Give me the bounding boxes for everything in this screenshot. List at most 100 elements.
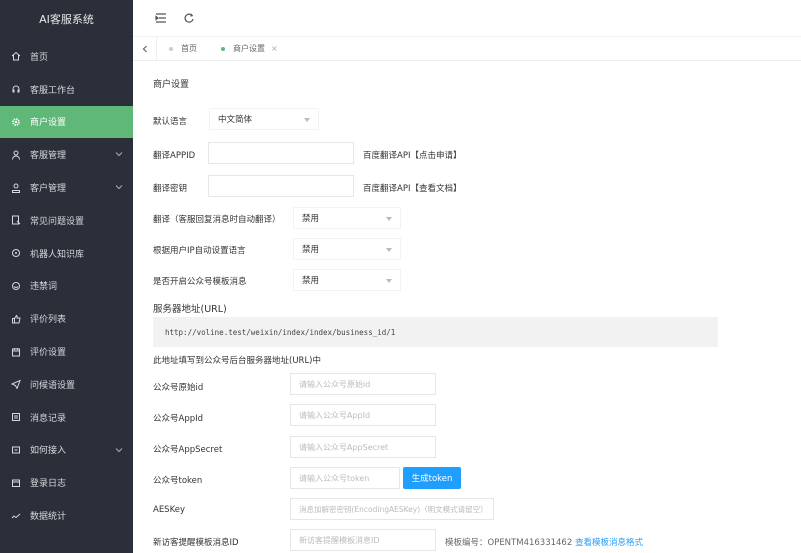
- menu-collapse-icon[interactable]: [155, 12, 167, 24]
- template-msg-label: 是否开启公众号模板消息: [153, 277, 247, 287]
- sidebar-item-7[interactable]: 违禁词: [0, 270, 133, 303]
- sidebar-item-1[interactable]: 客服工作台: [0, 73, 133, 106]
- default-lang-select[interactable]: 中文简体: [209, 108, 319, 130]
- translate-key-hint-link[interactable]: 百度翻译API【查看文档】: [363, 182, 461, 194]
- token-input[interactable]: 请输入公众号token: [290, 467, 400, 489]
- tab-dot-active: [221, 46, 225, 51]
- ip-lang-select[interactable]: 禁用: [293, 238, 401, 260]
- sidebar-item-label: 客服管理: [30, 151, 67, 162]
- chevron-down-icon: [115, 446, 123, 454]
- sidebar-item-13[interactable]: 登录日志: [0, 466, 133, 499]
- sidebar-item-11[interactable]: 消息记录: [0, 401, 133, 434]
- sidebar-item-label: 消息记录: [30, 413, 67, 424]
- app-logo-title: AI客服系统: [39, 13, 94, 26]
- translate-appid-label: 翻译APPID: [153, 151, 196, 161]
- sidebar-item-5[interactable]: 常见问题设置: [0, 204, 133, 237]
- sidebar-item-label: 客户管理: [30, 184, 67, 195]
- home-icon: [10, 50, 22, 62]
- aeskey-input[interactable]: 消息加解密密钥(EncodingAESKey)（明文模式请留空）: [290, 498, 494, 520]
- chevron-left-icon: [142, 45, 147, 52]
- sidebar-item-8[interactable]: 评价列表: [0, 302, 133, 335]
- forbidden-icon: [10, 280, 22, 292]
- server-url-note: 此地址填写到公众号后台服务器地址(URL)中: [153, 356, 321, 366]
- sidebar-nav: 首页客服工作台商户设置客服管理客户管理常见问题设置 机器人知识库 违禁词评价列表评价…: [0, 40, 133, 532]
- sidebar-item-label: 常见问题设置: [30, 216, 85, 227]
- tab-dot: [169, 46, 173, 51]
- user-icon: [10, 149, 22, 161]
- tab-close-icon[interactable]: ×: [271, 44, 278, 53]
- reminder-template-label: 新访客提醒模板消息ID: [153, 538, 239, 548]
- caret-down-icon: [386, 217, 392, 221]
- sidebar-item-label: 问候语设置: [30, 380, 76, 391]
- sidebar-item-label: 商户设置: [30, 118, 67, 129]
- translate-key-label: 翻译密钥: [153, 184, 188, 194]
- log-icon: [10, 477, 22, 489]
- server-url-label: 服务器地址(URL): [153, 304, 227, 315]
- generate-token-button[interactable]: 生成token: [403, 467, 461, 489]
- translate-appid-hint-link[interactable]: 百度翻译API【点击申请】: [363, 149, 461, 161]
- ip-lang-value: 禁用: [302, 245, 320, 255]
- aeskey-label: AESKey: [153, 505, 185, 515]
- calendar-icon: [10, 346, 22, 358]
- send-icon: [10, 378, 22, 390]
- translate-key-input[interactable]: [208, 175, 354, 197]
- template-format-link[interactable]: 查看模板消息格式: [575, 538, 643, 548]
- chevron-down-icon: [115, 150, 123, 158]
- sidebar-item-0[interactable]: 首页: [0, 40, 133, 73]
- thumb-icon: [10, 313, 22, 325]
- refresh-icon[interactable]: [183, 12, 195, 24]
- sidebar-item-label: 登录日志: [30, 479, 67, 490]
- sidebar-item-label: 违禁词: [30, 282, 58, 293]
- ip-lang-label: 根据用户IP自动设置语言: [153, 246, 246, 256]
- template-number-text: 模板编号：OPENTM416331462 查看模板消息格式: [445, 536, 643, 548]
- template-number-label: 模板编号：OPENTM416331462: [445, 538, 573, 548]
- tab-home[interactable]: 首页: [157, 37, 209, 61]
- sidebar-item-4[interactable]: 客户管理: [0, 171, 133, 204]
- appid-label: 公众号AppId: [153, 414, 204, 424]
- plug-icon: [10, 444, 22, 456]
- tabs-bar: 首页 商户设置 ×: [133, 36, 801, 61]
- tabs-back-button[interactable]: [133, 36, 157, 61]
- sidebar-item-label: 客服工作台: [30, 85, 76, 96]
- auto-translate-value: 禁用: [302, 214, 320, 224]
- original-id-input[interactable]: 请输入公众号原始id: [290, 373, 436, 395]
- customer-icon: [10, 182, 22, 194]
- gear-icon: [10, 116, 22, 128]
- top-toolbar: [133, 0, 801, 37]
- caret-down-icon: [304, 118, 310, 122]
- default-lang-label: 默认语言: [153, 117, 188, 127]
- sidebar-item-10[interactable]: 问候语设置: [0, 368, 133, 401]
- tab-merchant-settings[interactable]: 商户设置 ×: [209, 37, 290, 61]
- sidebar-item-2[interactable]: 商户设置: [0, 105, 133, 139]
- robot-icon: [10, 247, 22, 259]
- sidebar-item-label: 评价列表: [30, 315, 67, 326]
- default-lang-value: 中文简体: [218, 115, 253, 125]
- faq-icon: [10, 214, 22, 226]
- headset-icon: [10, 83, 22, 95]
- template-msg-value: 禁用: [302, 276, 320, 286]
- sidebar-item-9[interactable]: 评价设置: [0, 335, 133, 368]
- sidebar-item-label: 评价设置: [30, 348, 67, 359]
- sidebar-item-3[interactable]: 客服管理: [0, 138, 133, 171]
- sidebar-item-6[interactable]: 机器人知识库: [0, 237, 133, 270]
- translate-appid-input[interactable]: [208, 142, 354, 164]
- appid-input[interactable]: 请输入公众号AppId: [290, 404, 436, 426]
- stats-icon: [10, 510, 22, 522]
- token-label: 公众号token: [153, 476, 203, 486]
- auto-translate-select[interactable]: 禁用: [293, 207, 401, 229]
- reminder-template-input[interactable]: 新访客提醒模板消息ID: [290, 529, 436, 551]
- auto-translate-label: 翻译（客服回复消息时自动翻译）: [153, 215, 281, 225]
- appsecret-input[interactable]: 请输入公众号AppSecret: [290, 436, 436, 458]
- tab-label: 商户设置: [233, 44, 265, 53]
- sidebar-item-12[interactable]: 如何接入: [0, 434, 133, 467]
- sidebar-item-14[interactable]: 数据统计: [0, 499, 133, 532]
- sidebar: AI客服系统 首页客服工作台商户设置客服管理客户管理常见问题设置 机器人知识库 违禁…: [0, 0, 133, 553]
- template-msg-select[interactable]: 禁用: [293, 269, 401, 291]
- caret-down-icon: [386, 248, 392, 252]
- tab-label: 首页: [181, 44, 197, 53]
- server-url-box: http://voline.test/weixin/index/index/bu…: [153, 317, 718, 347]
- sidebar-item-label: 数据统计: [30, 512, 67, 523]
- caret-down-icon: [386, 279, 392, 283]
- message-icon: [10, 411, 22, 423]
- sidebar-item-label: 机器人知识库: [30, 249, 85, 260]
